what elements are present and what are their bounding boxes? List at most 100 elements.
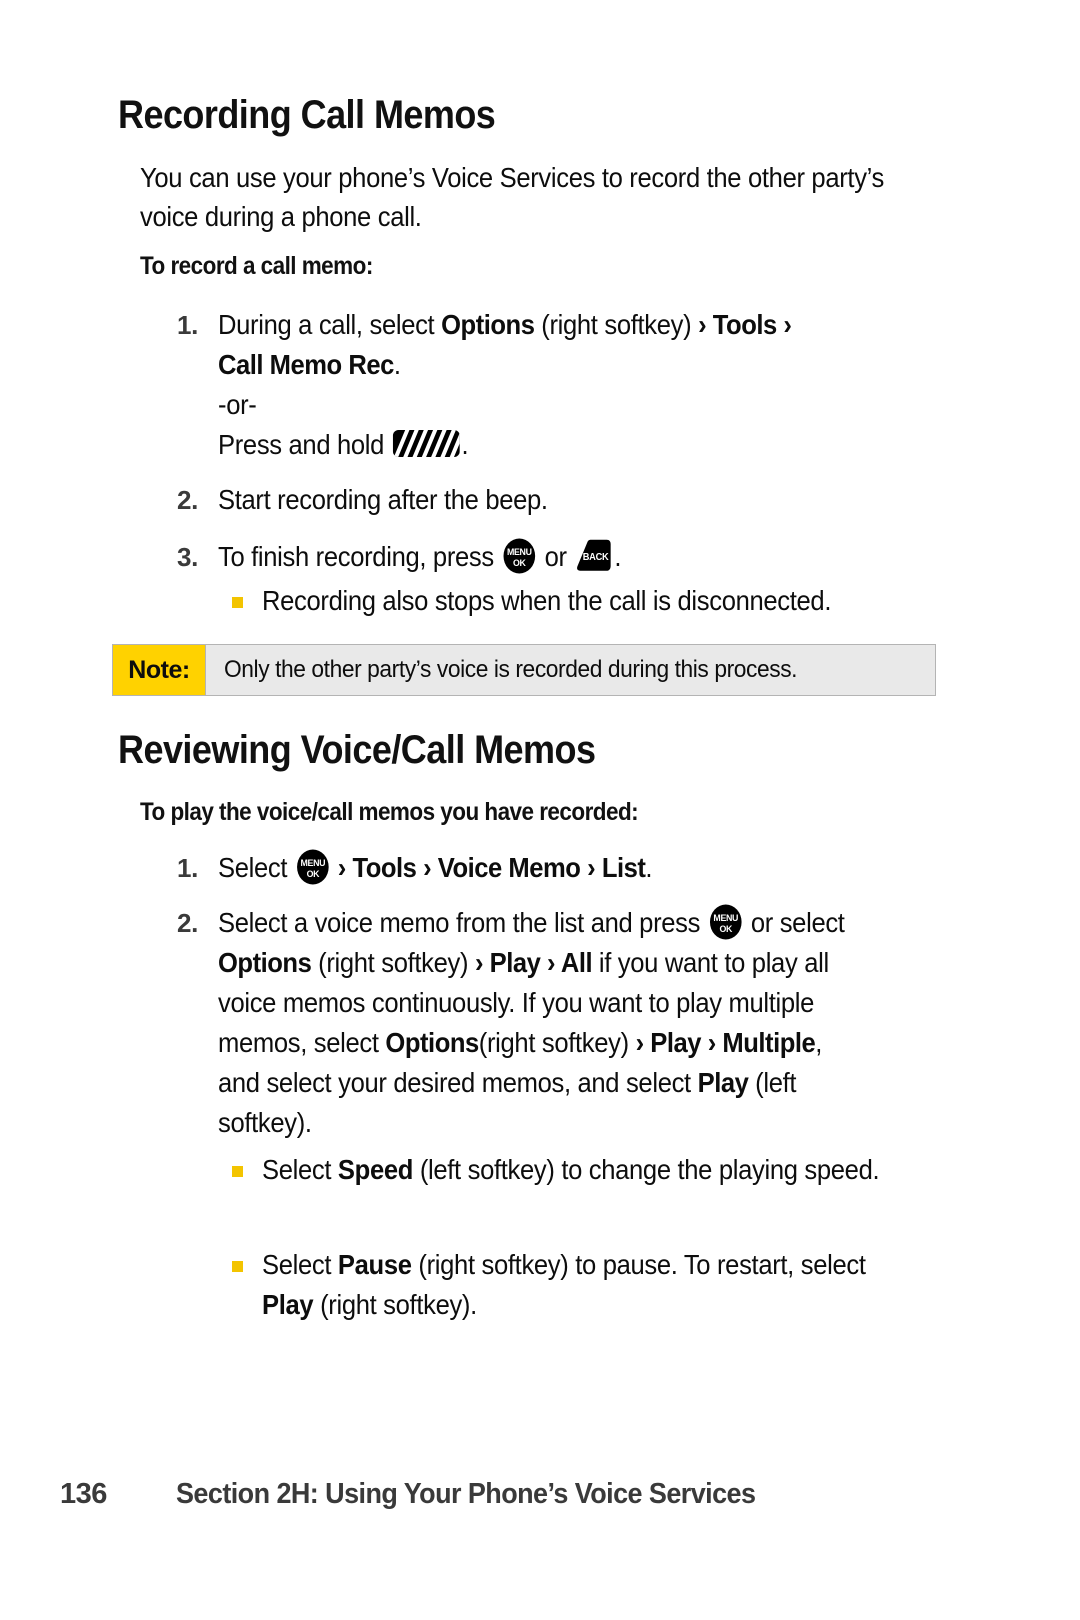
step-text: memos, select	[218, 1027, 386, 1058]
step-text: Select a voice memo from the list and pr…	[218, 907, 707, 938]
step-text: .	[645, 852, 653, 883]
step-text: .	[461, 429, 469, 460]
bullet-text: Select Pause (right softkey) to pause. T…	[262, 1245, 904, 1325]
ui-term-tools: Tools	[706, 309, 784, 340]
step-item: 1. Select MENU OK › Tools › Voice Memo ›…	[150, 848, 1050, 888]
bullet-text-part: (right softkey).	[313, 1289, 477, 1320]
step-text: ,	[815, 1027, 823, 1058]
chevron-separator: ›	[416, 852, 438, 883]
ui-term-multiple: Multiple	[715, 1027, 816, 1058]
bullet-text-part: Select	[262, 1249, 338, 1280]
ui-term-tools: Tools	[352, 852, 417, 883]
bullet-item: Select Pause (right softkey) to pause. T…	[232, 1245, 952, 1325]
step-text: (left	[748, 1067, 797, 1098]
step-line: and select your desired memos, and selec…	[218, 1063, 992, 1103]
chevron-separator: ›	[474, 947, 484, 978]
step-text: Press and hold	[218, 429, 391, 460]
svg-text:OK: OK	[513, 558, 526, 568]
step-text: and select your desired memos, and selec…	[218, 1067, 698, 1098]
ui-term-list: List	[601, 852, 646, 883]
step-line: softkey).	[218, 1107, 312, 1138]
ui-term-play: Play	[483, 947, 548, 978]
bullet-text-part: (right softkey) to pause. To restart, se…	[411, 1249, 866, 1280]
svg-text:BACK: BACK	[583, 552, 609, 563]
step-text: (right softkey)	[478, 1027, 636, 1058]
step-body: Select MENU OK › Tools › Voice Memo › Li…	[218, 848, 992, 888]
ui-term-call-memo-rec: Call Memo Rec	[218, 349, 394, 380]
svg-text:MENU: MENU	[507, 547, 532, 557]
intro-paragraph: You can use your phone’s Voice Services …	[140, 162, 885, 232]
manual-page: Recording Call Memos You can use your ph…	[0, 0, 1080, 1620]
step-number: 1.	[177, 853, 198, 883]
step-line: voice memos continuously. If you want to…	[218, 987, 815, 1018]
page-title-reviewing-voice-call-memos: Reviewing Voice/Call Memos	[118, 728, 596, 772]
step-text: or select	[744, 907, 845, 938]
note-label: Note:	[113, 645, 206, 695]
step-line: memos, select Options(right softkey) › P…	[218, 1023, 992, 1063]
step-text: During a call, select	[218, 309, 442, 340]
bullet-item: Recording also stops when the call is di…	[232, 581, 992, 621]
chevron-separator: ›	[783, 309, 792, 340]
bullet-text: Recording also stops when the call is di…	[262, 585, 832, 616]
ui-term-play: Play	[262, 1289, 314, 1320]
svg-text:OK: OK	[719, 924, 732, 934]
page-footer: 136 Section 2H: Using Your Phone’s Voice…	[0, 1478, 1080, 1528]
bullet-text: Select Speed (left softkey) to change th…	[262, 1150, 904, 1190]
square-bullet-icon	[232, 597, 243, 608]
step-item: 2. Select a voice memo from the list and…	[150, 903, 1050, 1143]
subheading-to-play-the-memos: To play the voice/call memos you have re…	[140, 798, 639, 826]
step-body: Select a voice memo from the list and pr…	[218, 903, 992, 1143]
step-line: Press and hold .	[218, 425, 973, 465]
bullet-text-part: (left softkey) to change the playing spe…	[413, 1154, 880, 1185]
step-text: .	[614, 541, 622, 572]
step-line: Call Memo Rec.	[218, 345, 973, 385]
svg-text:OK: OK	[306, 869, 319, 879]
ui-term-play: Play	[643, 1027, 708, 1058]
bullet-text-part: Select	[262, 1154, 338, 1185]
step-line: During a call, select Options (right sof…	[218, 305, 973, 345]
chevron-separator: ›	[547, 947, 556, 978]
step-body: During a call, select Options (right sof…	[218, 305, 973, 465]
side-key-icon	[392, 430, 460, 458]
step-text: (right softkey)	[534, 309, 699, 340]
note-body-text: Only the other party’s voice is recorded…	[224, 656, 798, 683]
step-item: 2. Start recording after the beep.	[150, 480, 1030, 520]
step-line: Select a voice memo from the list and pr…	[218, 903, 992, 943]
step-item: 3. To finish recording, press MENU OK or…	[150, 537, 1030, 577]
square-bullet-icon	[232, 1166, 243, 1177]
alternative-separator: -or-	[218, 389, 257, 420]
ui-term-voice-memo: Voice Memo	[437, 852, 581, 883]
chevron-separator: ›	[698, 309, 707, 340]
step-text: To finish recording, press	[218, 541, 501, 572]
svg-text:MENU: MENU	[300, 858, 325, 868]
step-line: Options (right softkey) › Play › All if …	[218, 943, 992, 983]
footer-page-number: 136	[60, 1478, 107, 1510]
step-text: Select	[218, 852, 294, 883]
square-bullet-icon	[232, 1261, 243, 1272]
note-body: Only the other party’s voice is recorded…	[206, 645, 935, 695]
step-body: Start recording after the beep.	[218, 484, 548, 515]
svg-text:MENU: MENU	[713, 913, 738, 923]
ui-term-play: Play	[697, 1067, 749, 1098]
ui-term-speed: Speed	[337, 1154, 414, 1185]
step-number: 3.	[177, 542, 198, 572]
menu-ok-key-icon: MENU OK	[709, 904, 742, 940]
chevron-separator: ›	[580, 852, 602, 883]
step-text: (right softkey)	[311, 947, 475, 978]
chevron-separator: ›	[635, 1027, 645, 1058]
ui-term-options: Options	[441, 309, 535, 340]
note-callout-box: Note: Only the other party’s voice is re…	[112, 644, 936, 696]
ui-term-options: Options	[385, 1027, 479, 1058]
page-title-recording-call-memos: Recording Call Memos	[118, 93, 496, 137]
step-number: 2.	[177, 908, 198, 938]
chevron-separator: ›	[707, 1027, 717, 1058]
ui-term-options: Options	[218, 947, 312, 978]
subheading-to-record-a-call-memo: To record a call memo:	[140, 252, 373, 280]
menu-ok-key-icon: MENU OK	[296, 849, 329, 885]
bullet-item: Select Speed (left softkey) to change th…	[232, 1150, 952, 1190]
chevron-separator: ›	[331, 852, 353, 883]
back-key-icon: BACK	[576, 539, 611, 572]
footer-section-title: Section 2H: Using Your Phone’s Voice Ser…	[176, 1478, 756, 1510]
step-text: if you want to play all	[592, 947, 829, 978]
ui-term-pause: Pause	[337, 1249, 412, 1280]
